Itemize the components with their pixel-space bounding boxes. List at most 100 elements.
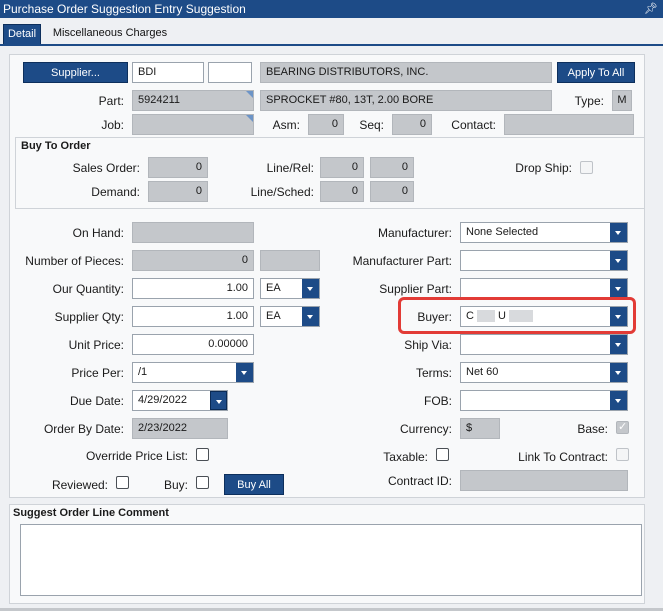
chevron-down-icon[interactable] bbox=[610, 279, 627, 298]
drop-ship-checkbox[interactable] bbox=[580, 161, 593, 174]
field-corner-marker bbox=[246, 91, 253, 98]
chevron-down-icon[interactable] bbox=[610, 307, 627, 326]
our-uom-value: EA bbox=[266, 282, 281, 294]
line-sched-sched-field: 0 bbox=[370, 181, 414, 202]
reviewed-checkbox[interactable] bbox=[116, 476, 129, 489]
chevron-down-icon[interactable] bbox=[610, 363, 627, 382]
terms-dropdown[interactable]: Net 60 bbox=[460, 362, 628, 383]
buyer-label: Buyer: bbox=[417, 310, 452, 324]
override-price-list-checkbox[interactable] bbox=[196, 448, 209, 461]
currency-label: Currency: bbox=[399, 422, 452, 436]
ship-via-label: Ship Via: bbox=[404, 338, 452, 352]
supplier-qty-label: Supplier Qty: bbox=[54, 310, 124, 324]
manufacturer-part-dropdown[interactable] bbox=[460, 250, 628, 271]
field-corner-marker bbox=[246, 115, 253, 122]
number-of-pieces-label: Number of Pieces: bbox=[25, 254, 124, 268]
contract-id-label: Contract ID: bbox=[387, 474, 452, 488]
price-per-dropdown[interactable]: /1 bbox=[132, 362, 254, 383]
base-checkbox bbox=[616, 420, 629, 434]
line-sched-label: Line/Sched: bbox=[250, 185, 314, 199]
buy-all-button[interactable]: Buy All bbox=[224, 474, 284, 495]
supplier-secondary-field[interactable] bbox=[208, 62, 252, 83]
drop-ship-label: Drop Ship: bbox=[515, 161, 572, 175]
fob-dropdown[interactable] bbox=[460, 390, 628, 411]
part-description-field: SPROCKET #80, 13T, 2.00 BORE bbox=[260, 90, 552, 111]
type-label: Type: bbox=[574, 94, 604, 108]
chevron-down-icon[interactable] bbox=[610, 251, 627, 270]
contract-id-field bbox=[460, 470, 628, 491]
order-by-date-label: Order By Date: bbox=[43, 422, 124, 436]
reviewed-label: Reviewed: bbox=[51, 478, 108, 492]
taxable-label: Taxable: bbox=[383, 450, 428, 464]
our-quantity-label: Our Quantity: bbox=[52, 282, 124, 296]
calendar-dropdown-icon[interactable] bbox=[210, 391, 227, 410]
comment-textarea[interactable] bbox=[20, 524, 642, 596]
base-label: Base: bbox=[577, 422, 608, 436]
due-date-value: 4/29/2022 bbox=[138, 394, 187, 406]
chevron-down-icon[interactable] bbox=[610, 391, 627, 410]
link-to-contract-checkbox[interactable] bbox=[616, 448, 629, 461]
due-date-picker[interactable]: 4/29/2022 bbox=[132, 390, 228, 411]
order-by-date-field: 2/23/2022 bbox=[132, 418, 228, 439]
comment-title: Suggest Order Line Comment bbox=[13, 507, 169, 519]
asm-label: Asm: bbox=[272, 118, 300, 132]
part-number-value: 5924211 bbox=[138, 94, 181, 106]
chevron-down-icon[interactable] bbox=[302, 307, 319, 326]
price-per-value: /1 bbox=[138, 366, 148, 378]
chevron-down-icon[interactable] bbox=[302, 279, 319, 298]
supplier-part-dropdown[interactable] bbox=[460, 278, 628, 299]
contact-label: Contact: bbox=[451, 118, 496, 132]
supplier-id-field[interactable]: BDI bbox=[132, 62, 204, 83]
chevron-down-icon[interactable] bbox=[610, 223, 627, 242]
line-sched-line-field: 0 bbox=[320, 181, 364, 202]
due-date-label: Due Date: bbox=[69, 394, 124, 408]
override-price-list-label: Override Price List: bbox=[85, 449, 188, 463]
our-quantity-field[interactable]: 1.00 bbox=[132, 278, 254, 299]
buyer-dropdown[interactable]: CU bbox=[460, 306, 628, 327]
job-field[interactable] bbox=[132, 114, 254, 135]
demand-label: Demand: bbox=[91, 185, 140, 199]
supplier-uom-value: EA bbox=[266, 310, 281, 322]
tab-underline bbox=[0, 44, 663, 46]
number-of-pieces-field: 0 bbox=[132, 250, 254, 271]
part-number-field[interactable]: 5924211 bbox=[132, 90, 254, 111]
line-field: 0 bbox=[320, 157, 364, 178]
manufacturer-value: None Selected bbox=[466, 226, 539, 238]
sales-order-field: 0 bbox=[148, 157, 208, 178]
buy-checkbox[interactable] bbox=[196, 476, 209, 489]
buyer-value-part-b: U bbox=[497, 310, 506, 322]
our-uom-dropdown[interactable]: EA bbox=[260, 278, 320, 299]
price-per-label: Price Per: bbox=[71, 366, 124, 380]
job-label: Job: bbox=[101, 118, 124, 132]
taxable-checkbox[interactable] bbox=[436, 448, 449, 461]
asm-field: 0 bbox=[308, 114, 344, 135]
seq-field: 0 bbox=[392, 114, 432, 135]
redacted-block bbox=[508, 310, 533, 323]
terms-label: Terms: bbox=[416, 366, 452, 380]
part-label: Part: bbox=[98, 94, 124, 108]
rel-field: 0 bbox=[370, 157, 414, 178]
manufacturer-part-label: Manufacturer Part: bbox=[352, 254, 452, 268]
supplier-part-label: Supplier Part: bbox=[379, 282, 452, 296]
pieces-uom-field bbox=[260, 250, 320, 271]
buy-label: Buy: bbox=[163, 478, 188, 492]
manufacturer-dropdown[interactable]: None Selected bbox=[460, 222, 628, 243]
tab-miscellaneous-charges[interactable]: Miscellaneous Charges bbox=[46, 24, 174, 45]
supplier-uom-dropdown[interactable]: EA bbox=[260, 306, 320, 327]
tab-detail[interactable]: Detail bbox=[3, 24, 41, 45]
line-rel-label: Line/Rel: bbox=[266, 161, 314, 175]
unit-price-field[interactable]: 0.00000 bbox=[132, 334, 254, 355]
chevron-down-icon[interactable] bbox=[236, 363, 253, 382]
ship-via-dropdown[interactable] bbox=[460, 334, 628, 355]
sales-order-label: Sales Order: bbox=[72, 161, 140, 175]
supplier-qty-field[interactable]: 1.00 bbox=[132, 306, 254, 327]
window-title: Purchase Order Suggestion Entry Suggesti… bbox=[3, 2, 246, 16]
supplier-button[interactable]: Supplier... bbox=[23, 62, 128, 83]
chevron-down-icon[interactable] bbox=[610, 335, 627, 354]
redacted-block bbox=[476, 310, 495, 323]
pin-icon[interactable]: 📌︎ bbox=[644, 2, 658, 16]
on-hand-label: On Hand: bbox=[72, 226, 124, 240]
apply-to-all-button[interactable]: Apply To All bbox=[557, 62, 635, 83]
contact-field bbox=[504, 114, 634, 135]
title-bar: Purchase Order Suggestion Entry Suggesti… bbox=[0, 0, 663, 18]
